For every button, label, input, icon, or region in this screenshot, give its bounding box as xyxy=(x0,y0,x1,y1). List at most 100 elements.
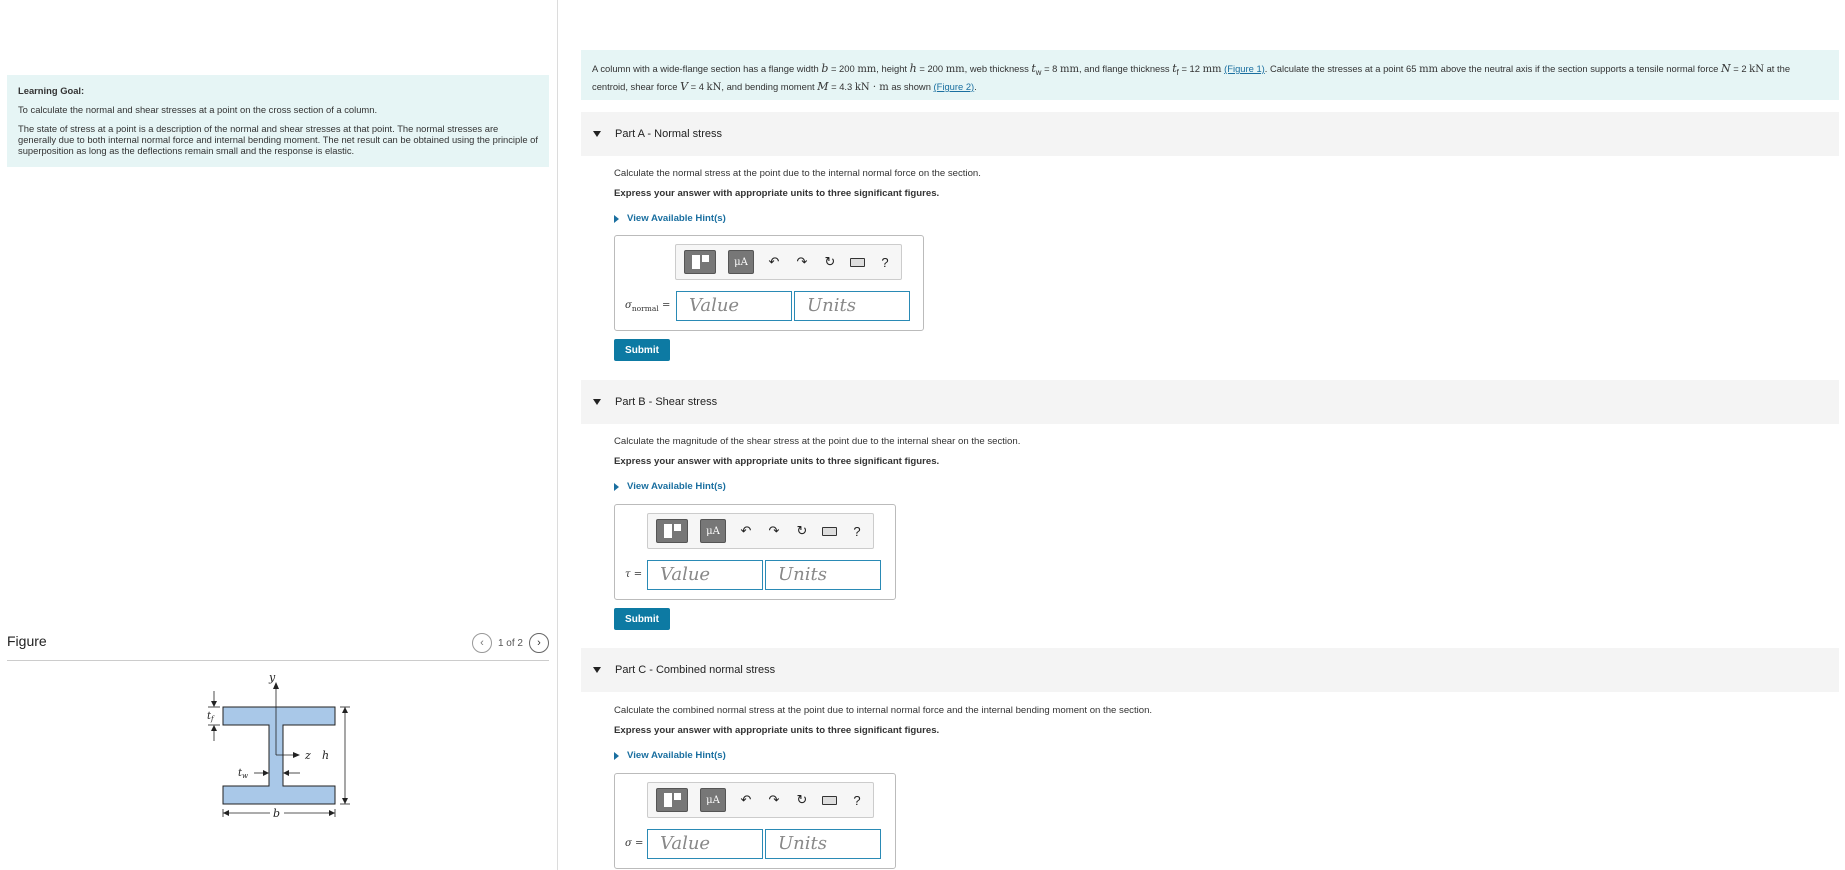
part-c-toolbar: μA ↶ ↷ ↻ ? xyxy=(647,782,874,818)
wide-flange-figure: y z h b tf tw xyxy=(207,671,350,820)
problem-text: , web thickness xyxy=(964,63,1029,74)
figure-pager: ‹ 1 of 2 › xyxy=(471,633,549,653)
reset-icon[interactable]: ↻ xyxy=(794,792,810,808)
help-icon[interactable]: ? xyxy=(877,255,893,270)
part-c-express: Express your answer with appropriate uni… xyxy=(614,725,940,736)
redo-icon[interactable]: ↷ xyxy=(766,792,782,808)
part-b-toolbar: μA ↶ ↷ ↻ ? xyxy=(647,513,874,549)
problem-text: above the neutral axis if the section su… xyxy=(1440,63,1719,74)
part-a-submit-button[interactable]: Submit xyxy=(614,339,670,361)
part-b-submit-button[interactable]: Submit xyxy=(614,608,670,630)
undo-icon[interactable]: ↶ xyxy=(738,523,754,539)
units-button[interactable]: μA xyxy=(700,788,726,812)
next-figure-button[interactable]: › xyxy=(529,633,549,653)
part-a-value-input[interactable]: Value xyxy=(676,291,792,321)
sigma-normal-label: σnormal = xyxy=(625,300,671,313)
redo-icon[interactable]: ↷ xyxy=(794,254,810,270)
part-b-header[interactable]: Part B - Shear stress xyxy=(581,380,1839,424)
problem-text: , and flange thickness xyxy=(1078,63,1170,74)
unit-kN: kN xyxy=(1749,64,1764,75)
h-dimension-label: h xyxy=(322,749,329,762)
var-h: h xyxy=(909,62,917,75)
unit-mm: mm xyxy=(1202,64,1222,75)
unit-kN: kN xyxy=(706,81,722,93)
part-c-answer-box: μA ↶ ↷ ↻ ? σ = Value Units xyxy=(614,773,896,869)
part-b-hint-link[interactable]: View Available Hint(s) xyxy=(614,481,726,492)
learning-goal-paragraph: The state of stress at a point is a desc… xyxy=(18,123,538,156)
help-icon[interactable]: ? xyxy=(849,793,865,808)
M-value: = 4.3 xyxy=(831,80,853,92)
b-value: = 200 xyxy=(830,63,855,74)
part-b-answer-box: μA ↶ ↷ ↻ ? τ = Value Units xyxy=(614,504,896,600)
problem-text: . xyxy=(974,80,977,92)
left-panel: Learning Goal: To calculate the normal a… xyxy=(0,0,558,870)
unit-mm: mm xyxy=(945,64,965,75)
chevron-right-icon: › xyxy=(537,637,541,649)
right-panel: A column with a wide-flange section has … xyxy=(559,0,1845,870)
unit-mm: mm xyxy=(1419,64,1439,75)
hint-triangle-icon xyxy=(614,214,619,223)
problem-text: . Calculate the stresses at a point 65 xyxy=(1264,63,1417,74)
var-tw-sub: w xyxy=(1035,67,1042,77)
part-c-hint-link[interactable]: View Available Hint(s) xyxy=(614,750,726,761)
b-dimension-label: b xyxy=(273,807,280,820)
templates-button[interactable] xyxy=(656,788,688,812)
var-V: V xyxy=(680,79,689,93)
tw-value: = 8 xyxy=(1044,63,1058,74)
reset-icon[interactable]: ↻ xyxy=(794,523,810,539)
figure-1-link[interactable]: (Figure 1) xyxy=(1224,63,1265,74)
z-axis-label: z xyxy=(304,749,311,762)
figure-title: Figure xyxy=(7,633,47,649)
collapse-triangle-icon xyxy=(593,131,601,137)
units-button[interactable]: μA xyxy=(700,519,726,543)
part-c-units-input[interactable]: Units xyxy=(765,829,881,859)
figure-header: Figure ‹ 1 of 2 › xyxy=(7,633,549,661)
problem-text: as shown xyxy=(891,80,931,92)
tf-sub: f xyxy=(210,715,215,723)
undo-icon[interactable]: ↶ xyxy=(738,792,754,808)
part-b-title: Part B - Shear stress xyxy=(615,396,718,408)
var-M: M xyxy=(817,79,829,93)
part-c-value-input[interactable]: Value xyxy=(647,829,763,859)
var-tf-sub: f xyxy=(1176,67,1179,77)
unit-mm: mm xyxy=(1059,64,1079,75)
part-a-units-input[interactable]: Units xyxy=(794,291,910,321)
part-a-header[interactable]: Part A - Normal stress xyxy=(581,112,1839,156)
collapse-triangle-icon xyxy=(593,667,601,673)
part-b-units-input[interactable]: Units xyxy=(765,560,881,590)
learning-goal-line: To calculate the normal and shear stress… xyxy=(18,104,378,115)
var-b: b xyxy=(821,62,829,75)
unit-kNm: kN · m xyxy=(854,81,889,93)
reset-icon[interactable]: ↻ xyxy=(822,254,838,270)
keyboard-icon[interactable] xyxy=(850,257,865,267)
part-a-title: Part A - Normal stress xyxy=(615,128,722,140)
figure-2-link[interactable]: (Figure 2) xyxy=(934,81,975,92)
part-c-question: Calculate the combined normal stress at … xyxy=(614,705,1153,716)
part-b-value-input[interactable]: Value xyxy=(647,560,763,590)
help-icon[interactable]: ? xyxy=(849,524,865,539)
svg-text:tf: tf xyxy=(207,711,215,723)
part-a-question: Calculate the normal stress at the point… xyxy=(614,168,981,179)
hint-label: View Available Hint(s) xyxy=(627,750,726,761)
templates-button[interactable] xyxy=(684,250,716,274)
problem-text: , height xyxy=(876,63,908,74)
hint-label: View Available Hint(s) xyxy=(627,213,726,224)
part-c-header[interactable]: Part C - Combined normal stress xyxy=(581,648,1839,692)
part-b-question: Calculate the magnitude of the shear str… xyxy=(614,436,1021,447)
part-b-express: Express your answer with appropriate uni… xyxy=(614,456,940,467)
h-value: = 200 xyxy=(919,63,944,74)
templates-button[interactable] xyxy=(656,519,688,543)
redo-icon[interactable]: ↷ xyxy=(766,523,782,539)
hint-triangle-icon xyxy=(614,751,619,760)
part-a-hint-link[interactable]: View Available Hint(s) xyxy=(614,213,726,224)
prev-figure-button[interactable]: ‹ xyxy=(471,633,492,653)
keyboard-icon[interactable] xyxy=(822,795,837,805)
svg-text:tw: tw xyxy=(238,768,248,780)
undo-icon[interactable]: ↶ xyxy=(766,254,782,270)
part-c-title: Part C - Combined normal stress xyxy=(615,664,776,676)
units-button[interactable]: μA xyxy=(728,250,754,274)
y-axis-label: y xyxy=(268,671,276,684)
tf-value: = 12 xyxy=(1181,63,1200,74)
hint-label: View Available Hint(s) xyxy=(627,481,726,492)
keyboard-icon[interactable] xyxy=(822,526,837,536)
